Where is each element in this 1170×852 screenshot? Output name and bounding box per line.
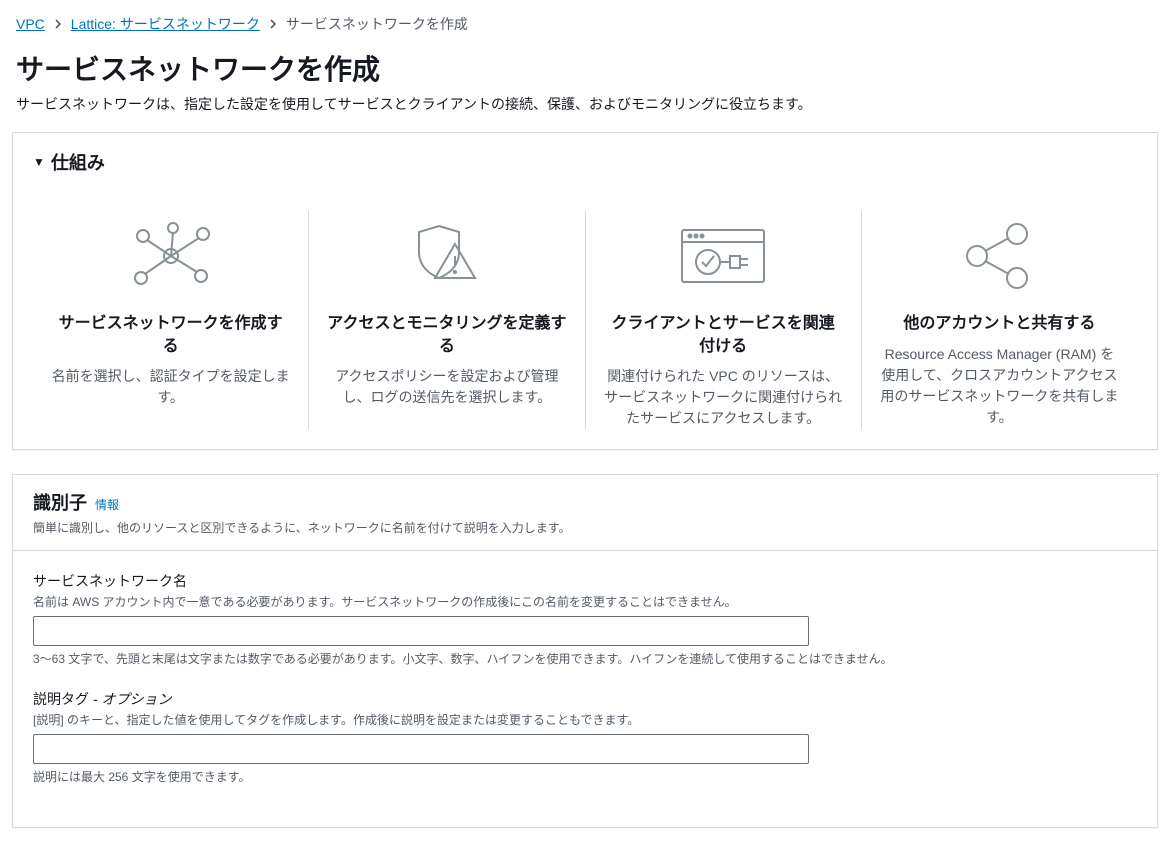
- identifiers-description: 簡単に識別し、他のリソースと区別できるように、ネットワークに名前を付けて説明を入…: [33, 519, 1137, 536]
- description-tag-input[interactable]: [33, 734, 809, 764]
- caret-down-icon: ▼: [33, 155, 45, 169]
- label-optional: - オプション: [93, 691, 172, 707]
- card-description: 名前を選択し、認証タイプを設定します。: [51, 366, 290, 408]
- card-description: Resource Access Manager (RAM) を使用して、クロスア…: [880, 344, 1119, 428]
- card-create-network: サービスネットワークを作成する 名前を選択し、認証タイプを設定します。: [33, 211, 309, 429]
- card-associate: クライアントとサービスを関連付ける 関連付けられた VPC のリソースは、サービ…: [586, 211, 862, 429]
- breadcrumb: VPC Lattice: サービスネットワーク サービスネットワークを作成: [12, 14, 1158, 46]
- field-constraint: [説明] のキーと、指定した値を使用してタグを作成します。作成後に説明を設定また…: [33, 711, 1137, 728]
- chevron-right-icon: [53, 16, 63, 32]
- how-it-works-cards: サービスネットワークを作成する 名前を選択し、認証タイプを設定します。 アクセス…: [13, 191, 1157, 449]
- label-prefix: 説明タグ: [33, 691, 93, 707]
- shield-alert-icon: [327, 211, 566, 301]
- card-define-access: アクセスとモニタリングを定義する アクセスポリシーを設定および管理し、ログの送信…: [309, 211, 585, 429]
- identifiers-body: サービスネットワーク名 名前は AWS アカウント内で一意である必要があります。…: [13, 551, 1157, 827]
- card-title: サービスネットワークを作成する: [51, 313, 290, 358]
- identifiers-container: 識別子 情報 簡単に識別し、他のリソースと区別できるように、ネットワークに名前を…: [12, 474, 1158, 828]
- info-link[interactable]: 情報: [95, 496, 119, 513]
- breadcrumb-link-lattice[interactable]: Lattice: サービスネットワーク: [71, 14, 260, 34]
- field-hint: 3～63 文字で、先頭と末尾は文字または数字である必要があります。小文字、数字、…: [33, 650, 1137, 667]
- card-title: クライアントとサービスを関連付ける: [604, 313, 843, 358]
- identifiers-header: 識別子 情報 簡単に識別し、他のリソースと区別できるように、ネットワークに名前を…: [13, 475, 1157, 551]
- field-constraint: 名前は AWS アカウント内で一意である必要があります。サービスネットワークの作…: [33, 593, 1137, 610]
- breadcrumb-link-vpc[interactable]: VPC: [16, 16, 45, 32]
- field-service-network-name: サービスネットワーク名 名前は AWS アカウント内で一意である必要があります。…: [33, 571, 1137, 667]
- field-hint: 説明には最大 256 文字を使用できます。: [33, 768, 1137, 785]
- chevron-right-icon: [268, 16, 278, 32]
- share-nodes-icon: [880, 211, 1119, 301]
- identifiers-title: 識別子: [33, 489, 87, 515]
- page-description: サービスネットワークは、指定した設定を使用してサービスとクライアントの接続、保護…: [16, 94, 1154, 114]
- how-it-works-toggle[interactable]: ▼ 仕組み: [13, 133, 1157, 191]
- page-title: サービスネットワークを作成: [16, 52, 1154, 88]
- breadcrumb-current: サービスネットワークを作成: [286, 14, 468, 34]
- card-description: 関連付けられた VPC のリソースは、サービスネットワークに関連付けられたサービ…: [604, 366, 843, 429]
- page-header: サービスネットワークを作成 サービスネットワークは、指定した設定を使用してサービ…: [12, 46, 1158, 132]
- network-graph-icon: [51, 211, 290, 301]
- window-plug-icon: [604, 211, 843, 301]
- field-description-tag: 説明タグ - オプション [説明] のキーと、指定した値を使用してタグを作成しま…: [33, 689, 1137, 785]
- field-label: 説明タグ - オプション: [33, 689, 1137, 709]
- card-share: 他のアカウントと共有する Resource Access Manager (RA…: [862, 211, 1137, 429]
- card-title: 他のアカウントと共有する: [880, 313, 1119, 335]
- field-label: サービスネットワーク名: [33, 571, 1137, 591]
- card-description: アクセスポリシーを設定および管理し、ログの送信先を選択します。: [327, 366, 566, 408]
- how-it-works-title: 仕組み: [51, 149, 105, 175]
- service-network-name-input[interactable]: [33, 616, 809, 646]
- card-title: アクセスとモニタリングを定義する: [327, 313, 566, 358]
- how-it-works-container: ▼ 仕組み サービスネットワークを作成する: [12, 132, 1158, 450]
